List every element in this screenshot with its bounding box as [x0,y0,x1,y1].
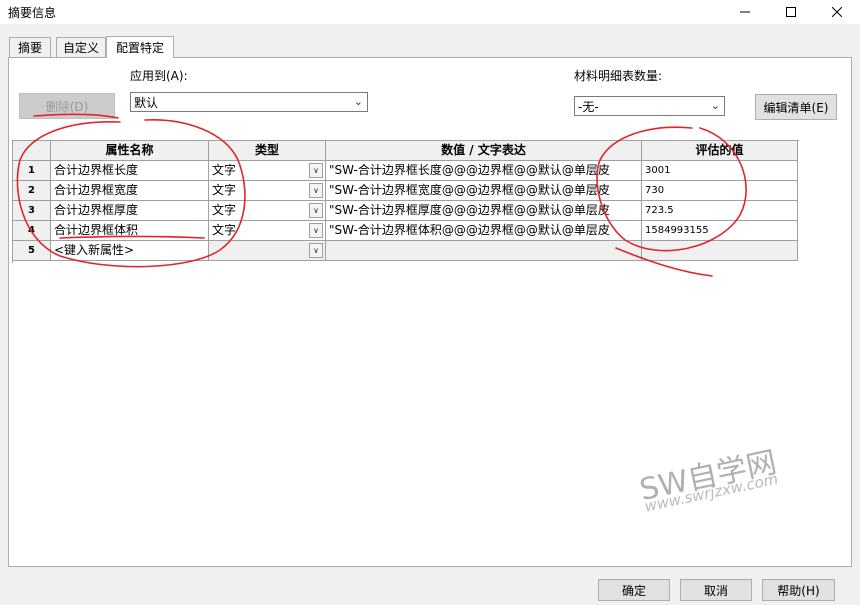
annotation-ellipse-left [16,119,246,268]
annotation-tail-right [615,247,713,277]
annotation-strokes [16,113,747,277]
annotation-overlay [16,113,747,277]
cancel-button[interactable]: 取消 [680,579,752,601]
help-button[interactable]: 帮助(H) [762,579,835,601]
annotation-underline-volume [59,235,205,239]
annotation-ellipse-right [596,126,747,252]
ok-button[interactable]: 确定 [598,579,670,601]
tab-config-specific[interactable]: 配置特定 [106,36,174,58]
annotation-underline-delete [33,113,119,119]
